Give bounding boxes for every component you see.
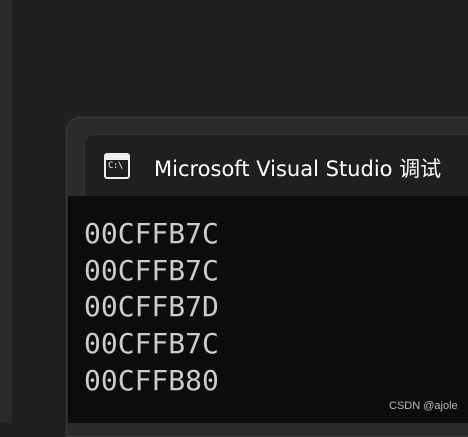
- output-line: 00CFFB7C: [84, 217, 219, 250]
- console-icon-glyph: C:\: [108, 161, 123, 171]
- output-line: 00CFFB7C: [84, 254, 219, 287]
- output-line: 00CFFB7D: [84, 290, 219, 323]
- watermark: CSDN @ajole: [389, 400, 458, 412]
- left-panel-edge: [0, 0, 12, 423]
- window-title: Microsoft Visual Studio 调试: [154, 157, 442, 181]
- output-line: 00CFFB80: [84, 364, 219, 397]
- console-icon-bar: [106, 155, 128, 160]
- output-line: 00CFFB7C: [84, 327, 219, 360]
- console-icon: C:\: [104, 153, 130, 179]
